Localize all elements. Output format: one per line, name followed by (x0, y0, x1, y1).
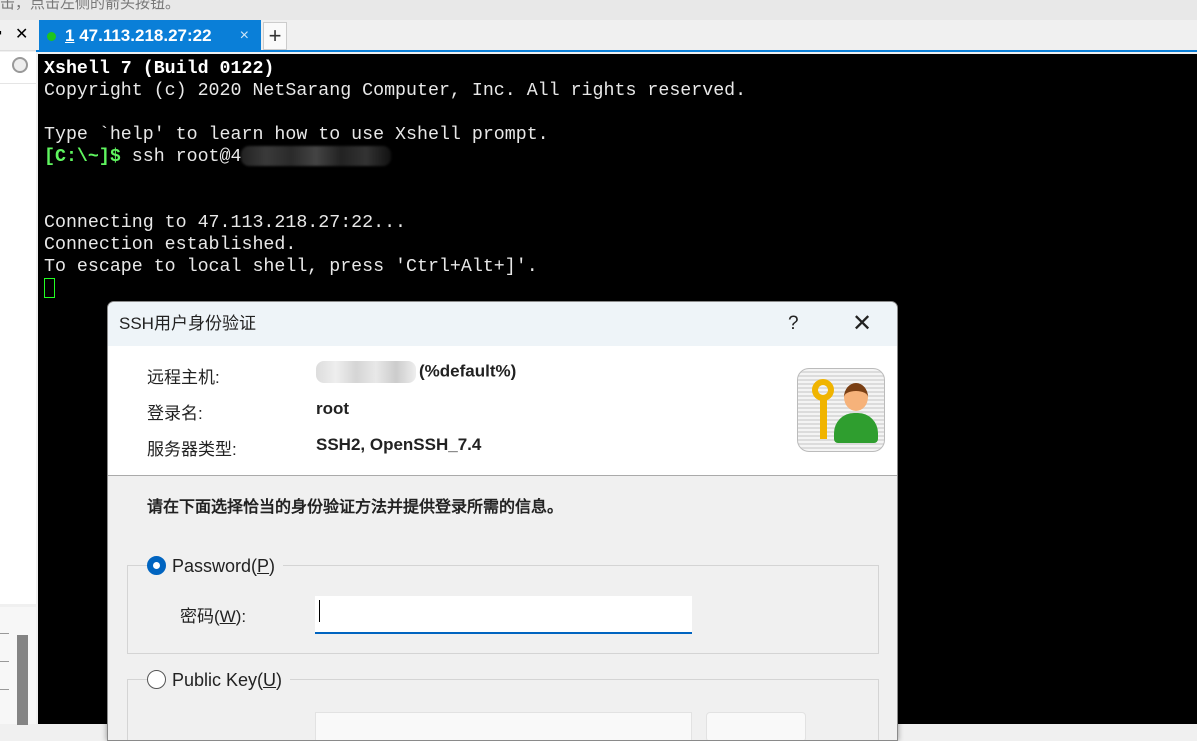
text-caret (319, 600, 320, 622)
dialog-titlebar: SSH用户身份验证 ? ✕ (108, 302, 897, 346)
terminal-line: Xshell 7 (Build 0122) (44, 59, 275, 79)
password-label: 密码(W): (180, 607, 247, 626)
user-key-select[interactable] (315, 712, 692, 740)
tab-strip: 1 47.113.218.27:22 × + (36, 20, 1197, 52)
dialog-title: SSH用户身份验证 (119, 314, 256, 333)
password-input[interactable] (315, 596, 692, 634)
terminal-line: Type `help' to learn how to use Xshell p… (44, 125, 549, 145)
search-icon[interactable] (12, 57, 28, 73)
session-list (0, 84, 36, 604)
tab-number: 1 (65, 26, 75, 45)
instruction-text: 请在下面选择恰当的身份验证方法并提供登录所需的信息。 (147, 499, 564, 516)
redacted-address (241, 146, 392, 167)
close-button[interactable]: ✕ (852, 302, 872, 346)
connected-status-icon (47, 32, 56, 41)
terminal-prompt: [C:\~]$ (44, 147, 121, 167)
login-label: 登录名: (147, 404, 203, 423)
new-tab-button[interactable]: + (263, 22, 287, 50)
terminal-line: Connecting to 47.113.218.27:22... (44, 213, 407, 233)
terminal-cursor (44, 278, 55, 299)
key-user-icon (797, 368, 885, 452)
server-type-value: SSH2, OpenSSH_7.4 (316, 435, 482, 454)
panel-close-button[interactable]: ✕ (15, 24, 28, 44)
terminal-line: To escape to local shell, press 'Ctrl+Al… (44, 257, 538, 277)
pin-icon[interactable]: ▪ (0, 24, 2, 40)
ssh-auth-dialog: SSH用户身份验证 ? ✕ 远程主机: (%default%) 登录名: roo… (107, 301, 898, 741)
session-manager-panel: ▪ ✕ (0, 20, 36, 725)
remote-host-label: 远程主机: (147, 368, 220, 387)
tab-close-icon[interactable]: × (240, 20, 249, 52)
public-key-radio[interactable]: Public Key(U) (147, 670, 291, 691)
connection-info: 远程主机: (%default%) 登录名: root 服务器类型: SSH2,… (108, 346, 897, 476)
background-hint-text: 击，点击左侧的箭头按钮。 (0, 0, 1197, 20)
password-radio[interactable]: Password(P) (147, 556, 284, 577)
remote-host-value: (%default%) (316, 361, 516, 383)
server-type-label: 服务器类型: (147, 440, 237, 459)
tab-label: 47.113.218.27:22 (79, 26, 212, 45)
terminal-line: Connection established. (44, 235, 297, 255)
radio-selected-icon (147, 556, 166, 575)
session-properties (0, 607, 36, 725)
redacted-host (316, 361, 416, 383)
panel-header: ▪ ✕ (0, 20, 36, 51)
session-tab[interactable]: 1 47.113.218.27:22 × (39, 20, 261, 52)
scrollbar[interactable] (17, 635, 28, 725)
panel-search[interactable] (0, 52, 36, 84)
help-button[interactable]: ? (788, 302, 799, 346)
radio-unselected-icon (147, 670, 166, 689)
browse-button[interactable] (706, 712, 806, 740)
login-value: root (316, 399, 350, 418)
terminal-line: Copyright (c) 2020 NetSarang Computer, I… (44, 81, 747, 101)
terminal-command: ssh root@4 (120, 147, 242, 167)
